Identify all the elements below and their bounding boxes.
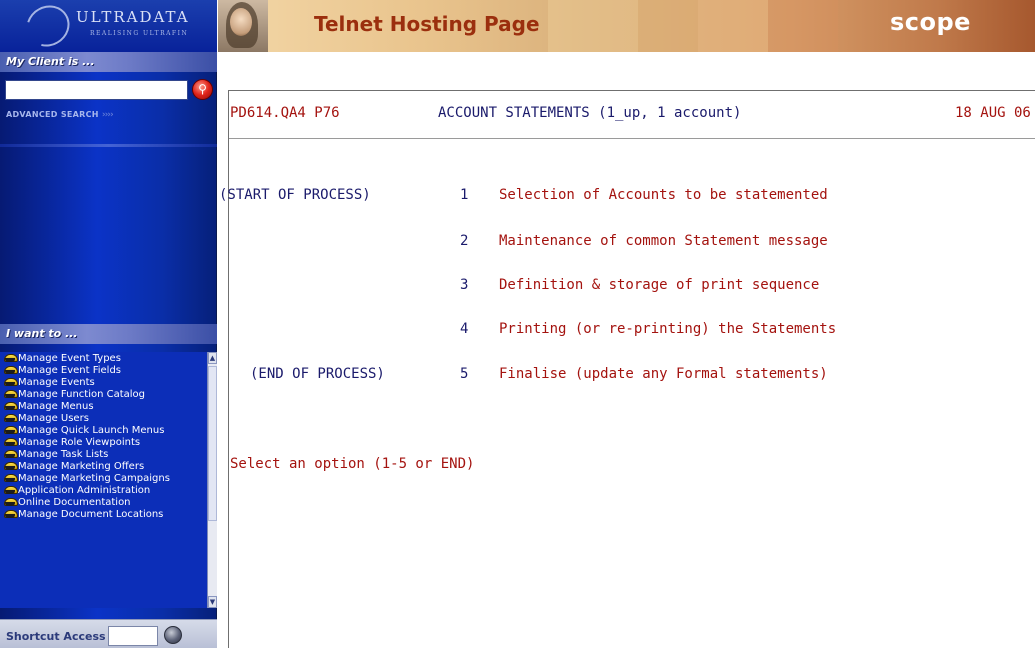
command-prompt: Select an option (1-5 or END) bbox=[230, 456, 475, 472]
menu-item-manage-event-fields[interactable]: Manage Event Fields bbox=[0, 364, 207, 376]
end-of-process-label: (END OF PROCESS) bbox=[250, 366, 385, 382]
screen-date: 18 AUG 06 bbox=[955, 105, 1031, 121]
menu-item-manage-function-catalog[interactable]: Manage Function Catalog bbox=[0, 388, 207, 400]
menu-item-label: Manage Event Types bbox=[18, 353, 121, 364]
menu-item-label: Manage Marketing Offers bbox=[18, 461, 145, 472]
logo-swoosh-icon bbox=[18, 0, 78, 55]
menu-item-manage-event-types[interactable]: Manage Event Types bbox=[0, 352, 207, 364]
option-number: 3 bbox=[460, 277, 469, 293]
menu-item-manage-marketing-campaigns[interactable]: Manage Marketing Campaigns bbox=[0, 472, 207, 484]
menu-item-label: Manage Menus bbox=[18, 401, 94, 412]
search-button[interactable]: ⚲ bbox=[192, 79, 213, 100]
divider bbox=[0, 144, 217, 147]
hard-hat-icon bbox=[3, 377, 18, 387]
hard-hat-icon bbox=[3, 401, 18, 411]
screen-title: ACCOUNT STATEMENTS (1_up, 1 account) bbox=[438, 105, 742, 121]
scroll-thumb[interactable] bbox=[208, 366, 217, 521]
menu-item-label: Manage Function Catalog bbox=[18, 389, 146, 400]
hard-hat-icon bbox=[3, 365, 18, 375]
menu-item-manage-events[interactable]: Manage Events bbox=[0, 376, 207, 388]
hard-hat-icon bbox=[3, 389, 18, 399]
hard-hat-icon bbox=[3, 353, 18, 363]
hard-hat-icon bbox=[3, 413, 18, 423]
banner-tile bbox=[698, 0, 768, 52]
hard-hat-icon bbox=[3, 509, 18, 519]
banner-tile bbox=[548, 0, 638, 52]
terminal-header: PD614.QA4 P76 ACCOUNT STATEMENTS (1_up, … bbox=[229, 91, 1035, 139]
menu-item-label: Application Administration bbox=[18, 485, 151, 496]
advanced-search-label: ADVANCED SEARCH bbox=[6, 110, 99, 119]
option-number: 2 bbox=[460, 233, 469, 249]
hard-hat-icon bbox=[3, 473, 18, 483]
menu-item-manage-document-locations[interactable]: Manage Document Locations bbox=[0, 508, 207, 520]
menu-item-manage-marketing-offers[interactable]: Manage Marketing Offers bbox=[0, 460, 207, 472]
option-printing-statements[interactable]: Printing (or re-printing) the Statements bbox=[499, 321, 836, 337]
menu-item-application-administration[interactable]: Application Administration bbox=[0, 484, 207, 496]
menu-item-label: Manage Quick Launch Menus bbox=[18, 425, 165, 436]
banner-tile bbox=[768, 0, 838, 52]
photo-face bbox=[230, 8, 252, 36]
shortcut-go-button[interactable] bbox=[164, 626, 182, 644]
option-selection-of-accounts[interactable]: Selection of Accounts to be statemented bbox=[499, 187, 828, 203]
scroll-up-arrow-icon[interactable]: ▲ bbox=[208, 352, 217, 364]
menu-item-label: Manage Marketing Campaigns bbox=[18, 473, 170, 484]
menu-item-manage-users[interactable]: Manage Users bbox=[0, 412, 207, 424]
hard-hat-icon bbox=[3, 437, 18, 447]
option-number: 4 bbox=[460, 321, 469, 337]
menu-item-label: Manage Events bbox=[18, 377, 95, 388]
banner-tile bbox=[638, 0, 698, 52]
hard-hat-icon bbox=[3, 449, 18, 459]
menu-item-manage-task-lists[interactable]: Manage Task Lists bbox=[0, 448, 207, 460]
menu-item-online-documentation[interactable]: Online Documentation bbox=[0, 496, 207, 508]
task-menu-list[interactable]: Manage Event Types Manage Event Fields M… bbox=[0, 352, 207, 608]
ultradata-logo: ULTRADATA REALISING ULTRAFIN bbox=[0, 0, 217, 55]
menu-item-label: Online Documentation bbox=[18, 497, 131, 508]
search-icon: ⚲ bbox=[198, 82, 207, 96]
client-search-input[interactable] bbox=[5, 80, 188, 100]
page-title: Telnet Hosting Page bbox=[314, 12, 540, 36]
shortcut-bar: Shortcut Access bbox=[0, 619, 217, 648]
scroll-down-arrow-icon[interactable]: ▼ bbox=[208, 596, 217, 608]
banner-photo bbox=[218, 0, 268, 52]
option-finalise[interactable]: Finalise (update any Formal statements) bbox=[499, 366, 828, 382]
header-banner: Telnet Hosting Page scope bbox=[218, 0, 1035, 52]
menu-item-label: Manage Task Lists bbox=[18, 449, 109, 460]
hard-hat-icon bbox=[3, 425, 18, 435]
shortcut-input[interactable] bbox=[108, 626, 158, 646]
menu-scrollbar[interactable]: ▲ ▼ bbox=[207, 352, 217, 608]
option-definition-print-sequence[interactable]: Definition & storage of print sequence bbox=[499, 277, 819, 293]
option-number: 1 bbox=[460, 187, 469, 203]
chevrons-icon: ›››› bbox=[101, 110, 114, 120]
menu-item-manage-quick-launch-menus[interactable]: Manage Quick Launch Menus bbox=[0, 424, 207, 436]
shortcut-label: Shortcut Access bbox=[6, 630, 106, 643]
option-maintenance-statement-message[interactable]: Maintenance of common Statement message bbox=[499, 233, 828, 249]
scope-logo: scope bbox=[890, 8, 971, 36]
telnet-terminal[interactable]: PD614.QA4 P76 ACCOUNT STATEMENTS (1_up, … bbox=[219, 90, 1035, 648]
advanced-search-link[interactable]: ADVANCED SEARCH ›››› bbox=[6, 110, 114, 120]
hard-hat-icon bbox=[3, 497, 18, 507]
logo-tagline: REALISING ULTRAFIN bbox=[90, 30, 189, 37]
program-code: PD614.QA4 P76 bbox=[230, 105, 340, 121]
menu-item-manage-role-viewpoints[interactable]: Manage Role Viewpoints bbox=[0, 436, 207, 448]
menu-item-label: Manage Event Fields bbox=[18, 365, 122, 376]
menu-item-label: Manage Users bbox=[18, 413, 89, 424]
want-section-header: I want to ... bbox=[0, 324, 217, 344]
hard-hat-icon bbox=[3, 461, 18, 471]
menu-item-label: Manage Role Viewpoints bbox=[18, 437, 141, 448]
sidebar: ULTRADATA REALISING ULTRAFIN My Client i… bbox=[0, 0, 217, 648]
option-number: 5 bbox=[460, 366, 469, 382]
logo-text: ULTRADATA bbox=[76, 8, 190, 26]
client-section-header: My Client is ... bbox=[0, 52, 217, 72]
start-of-process-label: (START OF PROCESS) bbox=[219, 187, 371, 203]
menu-item-label: Manage Document Locations bbox=[18, 509, 164, 520]
menu-item-manage-menus[interactable]: Manage Menus bbox=[0, 400, 207, 412]
hard-hat-icon bbox=[3, 485, 18, 495]
